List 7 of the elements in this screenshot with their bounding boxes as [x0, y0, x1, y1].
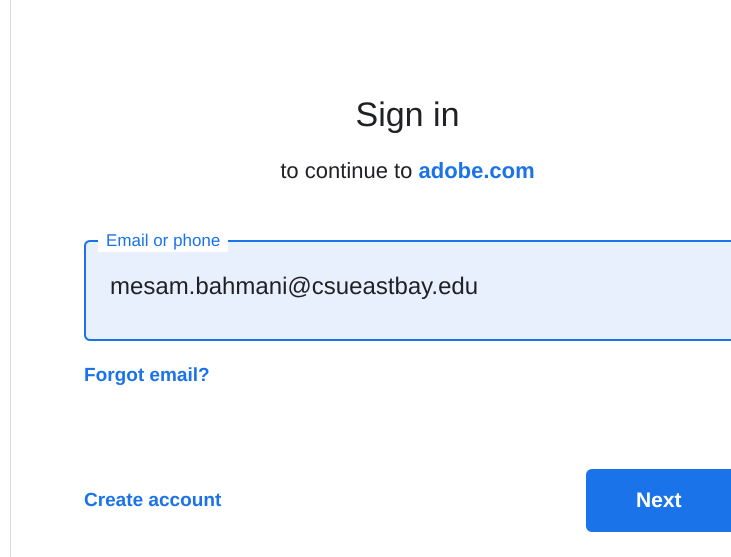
site-link[interactable]: adobe.com: [418, 158, 535, 183]
forgot-email-link[interactable]: Forgot email?: [84, 365, 210, 387]
next-button[interactable]: Next: [586, 469, 731, 532]
email-input[interactable]: mesam.bahmani@csueastbay.edu: [110, 272, 610, 302]
create-account-link[interactable]: Create account: [84, 490, 222, 512]
subtitle: to continue to adobe.com: [279, 157, 536, 185]
page-title: Sign in: [354, 95, 460, 136]
